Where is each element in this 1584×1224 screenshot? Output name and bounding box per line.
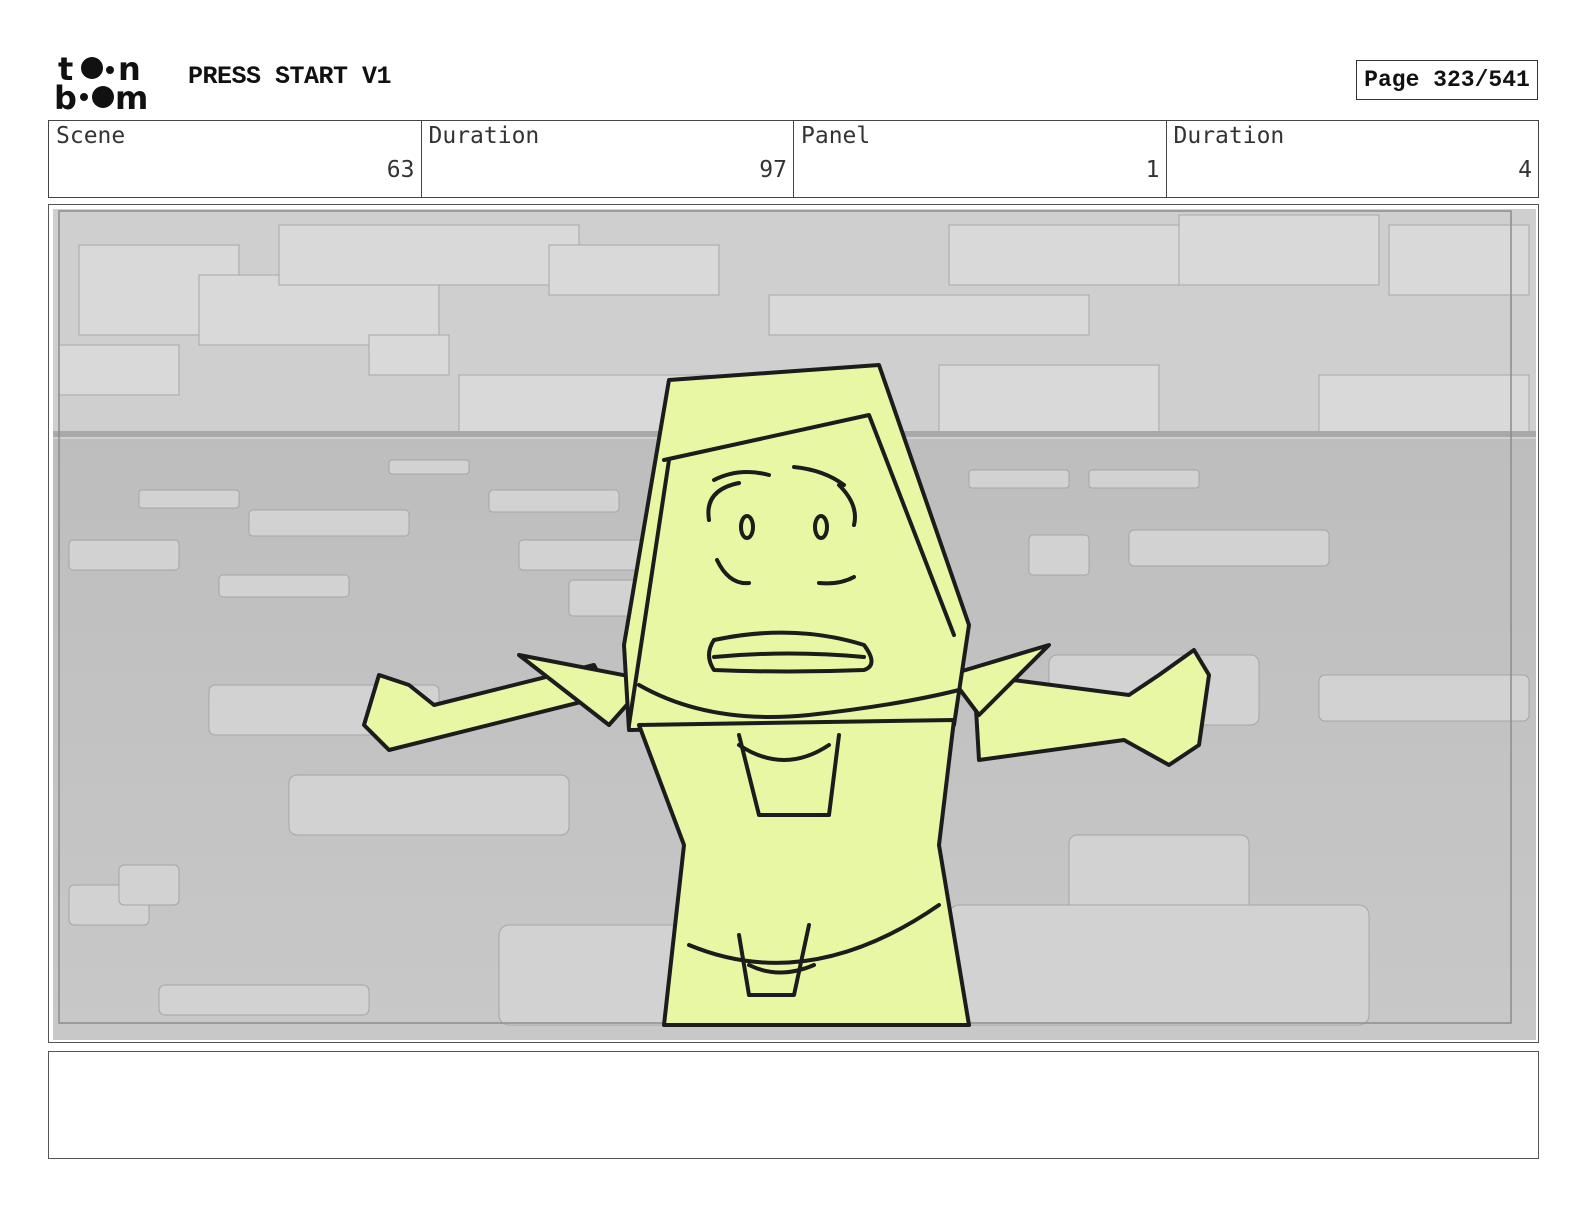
- panel-cell: Panel 1: [794, 121, 1167, 197]
- scene-cell: Scene 63: [49, 121, 422, 197]
- panel-notes: [48, 1051, 1539, 1159]
- page-indicator: Page 323/541: [1356, 60, 1538, 100]
- project-title: PRESS START V1: [188, 62, 392, 91]
- svg-text:m: m: [115, 79, 148, 112]
- svg-text:b: b: [54, 79, 77, 112]
- scene-info-bar: Scene 63 Duration 97 Panel 1 Duration 4: [48, 120, 1539, 198]
- panel-label: Panel: [801, 123, 871, 149]
- panel-drawing: [53, 209, 1536, 1040]
- panel-duration-label: Duration: [1173, 123, 1285, 149]
- scene-label: Scene: [56, 123, 126, 149]
- storyboard-panel: [48, 204, 1539, 1043]
- panel-duration-value: 4: [1518, 157, 1532, 183]
- scene-duration-value: 97: [759, 157, 787, 183]
- scene-value: 63: [386, 157, 415, 183]
- panel-duration-cell: Duration 4: [1167, 121, 1539, 197]
- toonboom-logo: t n b m: [54, 50, 148, 112]
- scene-duration-cell: Duration 97: [422, 121, 794, 197]
- scene-duration-label: Duration: [428, 123, 540, 149]
- panel-value: 1: [1145, 157, 1160, 183]
